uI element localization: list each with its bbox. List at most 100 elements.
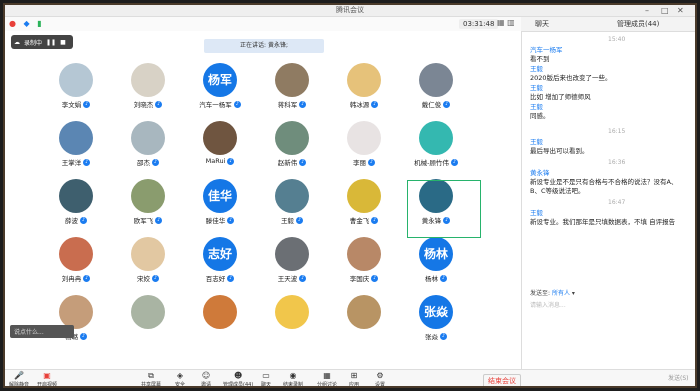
mic-icon: ♪ xyxy=(227,157,235,165)
chat-message: 汽车一杨军 看不到 xyxy=(530,46,688,64)
participant-label: 李文娟 ♪ xyxy=(50,99,102,109)
participant-tile[interactable] xyxy=(266,295,318,349)
participant-label: 机械-顾竹伟 ♪ xyxy=(410,157,462,167)
participant-label: 李国庆 ♪ xyxy=(338,273,390,283)
info-icon[interactable]: ● xyxy=(9,19,16,28)
participant-tile[interactable]: 赵新伟 ♪ xyxy=(266,121,318,175)
avatar xyxy=(131,121,165,155)
participant-name: 曹金飞 xyxy=(349,217,370,225)
send-button[interactable]: 发送(S) xyxy=(668,373,689,382)
avatar xyxy=(275,121,309,155)
participant-tile[interactable]: 王天波 ♪ xyxy=(266,237,318,291)
participant-tile[interactable]: 欧军飞 ♪ xyxy=(122,179,174,233)
participant-label: 赵新伟 ♪ xyxy=(266,157,318,167)
close-icon[interactable]: ✕ xyxy=(677,5,684,16)
participant-name: 宋姣 xyxy=(137,275,150,283)
speaking-banner: 正在讲话: 黄永锋; xyxy=(204,39,324,53)
participant-name: 机械-顾竹伟 xyxy=(414,159,449,167)
mic-icon: ♪ xyxy=(233,100,241,108)
participant-tile[interactable]: 刘冉冉 ♪ xyxy=(50,237,102,291)
participant-tile[interactable]: 李国庆 ♪ xyxy=(338,237,390,291)
view-icon[interactable]: ▦ ▥ xyxy=(497,18,517,29)
participant-tile[interactable]: 宋姣 ♪ xyxy=(122,237,174,291)
reaction-input[interactable]: 说点什么... xyxy=(10,325,74,338)
end-meeting-button[interactable]: 结束会议 xyxy=(483,374,521,386)
avatar xyxy=(347,179,381,213)
participant-tile[interactable]: 韩冰源 ♪ xyxy=(338,63,390,117)
avatar xyxy=(419,121,453,155)
participant-tile[interactable]: 蒋科军 ♪ xyxy=(266,63,318,117)
mic-icon: ♪ xyxy=(296,216,303,224)
mute-button[interactable]: 🎤 解除静音 xyxy=(9,371,29,386)
stop-icon[interactable]: ■ xyxy=(60,39,66,46)
participant-tile[interactable]: 邵杰 ♪ xyxy=(122,121,174,175)
chat-sender: 王毅 xyxy=(530,84,543,92)
chat-timestamp: 16:36 xyxy=(608,159,626,166)
video-button[interactable]: ▣ 开启视频 xyxy=(37,371,57,386)
avatar xyxy=(419,63,453,97)
avatar xyxy=(131,295,165,329)
apps-button[interactable]: ⊞ 应用 xyxy=(349,371,359,386)
participant-tile[interactable]: 王毅 ♪ xyxy=(266,179,318,233)
participant-tile[interactable]: 佳华 滕佳华 ♪ xyxy=(194,179,246,233)
avatar xyxy=(203,295,237,329)
recording-label: 录制中 xyxy=(24,39,43,47)
recording-indicator[interactable]: ☁ 录制中 ❚❚ ■ xyxy=(11,35,73,49)
breakout-button[interactable]: ▦ 分组讨论 xyxy=(317,371,337,386)
signal-icon[interactable]: ▮ xyxy=(37,19,41,28)
participant-tile[interactable]: 机械-顾竹伟 ♪ xyxy=(410,121,462,175)
chat-input[interactable]: 请输入消息... xyxy=(530,300,566,309)
participant-tile[interactable]: 志好 百志好 ♪ xyxy=(194,237,246,291)
pause-icon[interactable]: ❚❚ xyxy=(46,39,56,46)
avatar xyxy=(59,179,93,213)
participant-label: 张焱 ♪ xyxy=(410,331,462,341)
participant-tile[interactable]: 杨军 汽车一杨军 ♪ xyxy=(194,63,246,117)
maximize-icon[interactable]: □ xyxy=(661,5,669,16)
mic-icon: ♪ xyxy=(80,332,87,340)
shield-icon: ◈ xyxy=(176,371,184,380)
participant-tile[interactable] xyxy=(122,295,174,349)
participant-tile[interactable]: 刘晓杰 ♪ xyxy=(122,63,174,117)
chat-text: 比如 增加了师德师风 xyxy=(530,93,591,101)
record-button[interactable]: ◉ 结束录制 xyxy=(283,371,303,386)
avatar xyxy=(131,237,165,271)
participant-label: 刘晓杰 ♪ xyxy=(122,99,174,109)
participant-tile[interactable] xyxy=(338,295,390,349)
chat-sender: 汽车一杨军 xyxy=(530,46,563,54)
tab-chat[interactable]: 聊天 xyxy=(535,18,549,30)
participant-label: 王天波 ♪ xyxy=(266,273,318,283)
participant-tile[interactable]: 曹金飞 ♪ xyxy=(338,179,390,233)
settings-button[interactable]: ⚙ 设置 xyxy=(375,371,385,386)
mic-icon: ♪ xyxy=(80,216,87,224)
mic-icon: ♪ xyxy=(152,158,159,166)
security-button[interactable]: ◈ 安全 xyxy=(175,371,185,386)
participant-tile[interactable]: 薛波 ♪ xyxy=(50,179,102,233)
avatar xyxy=(347,237,381,271)
participant-name: 李国庆 xyxy=(349,275,370,283)
participant-name: 张焱 xyxy=(425,333,438,341)
avatar: 杨林 xyxy=(419,237,453,271)
avatar: 杨军 xyxy=(203,63,237,97)
participant-tile[interactable]: 戴仁俊 ♪ xyxy=(410,63,462,117)
participant-tile[interactable]: 李丽 ♪ xyxy=(338,121,390,175)
avatar xyxy=(275,179,309,213)
participant-name: 滕佳华 xyxy=(205,217,226,225)
chat-sender: 王毅 xyxy=(530,138,543,146)
participant-tile[interactable]: 李文娟 ♪ xyxy=(50,63,102,117)
send-to[interactable]: 发送至: 所有人 ▾ xyxy=(530,288,575,297)
participant-tile[interactable]: 张焱 张焱 ♪ xyxy=(410,295,462,349)
shield-icon[interactable]: ◆ xyxy=(24,19,30,28)
minimize-icon[interactable]: – xyxy=(645,5,649,16)
chat-button[interactable]: ▭ 聊天 xyxy=(261,371,271,386)
participant-tile[interactable] xyxy=(194,295,246,349)
participant-tile[interactable]: 杨璐♪ xyxy=(50,295,102,349)
members-button[interactable]: ☻ 管理成员(44) xyxy=(223,371,253,386)
participant-name: 戴仁俊 xyxy=(421,101,442,109)
share-button[interactable]: ⧉ 共享屏幕 xyxy=(141,371,161,386)
participant-tile[interactable]: 杨林 杨林 ♪ xyxy=(410,237,462,291)
participant-tile[interactable]: 王掌洋 ♪ xyxy=(50,121,102,175)
avatar xyxy=(275,237,309,271)
tab-members[interactable]: 管理成员(44) xyxy=(617,18,659,30)
participant-tile[interactable]: MaRui ♪ xyxy=(194,121,246,175)
invite-button[interactable]: ☺ 邀请 xyxy=(201,371,211,386)
